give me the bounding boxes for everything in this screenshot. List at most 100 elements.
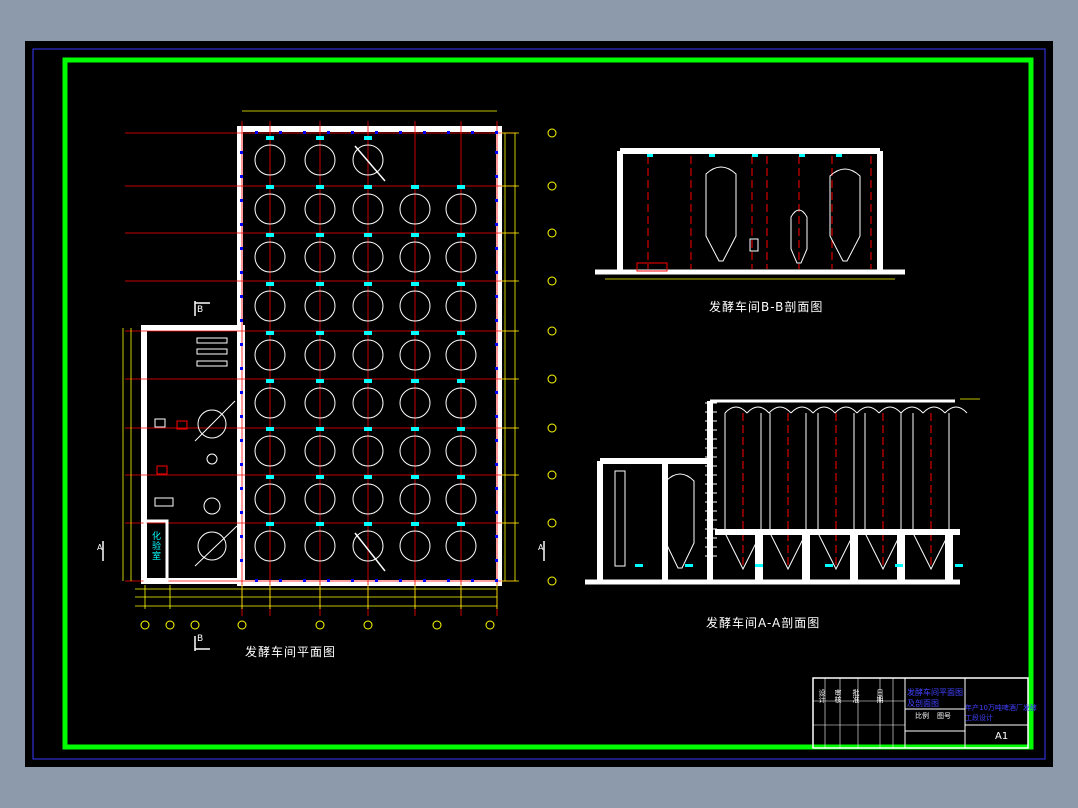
column-marker xyxy=(423,131,426,134)
section-bb-title: 发酵车间B-B剖面图 xyxy=(709,300,824,314)
column-marker xyxy=(471,131,474,134)
column-marker xyxy=(351,579,354,582)
tank-tag xyxy=(364,185,372,189)
column-marker xyxy=(240,151,243,154)
column-marker xyxy=(375,579,378,582)
column-marker xyxy=(303,131,306,134)
column-marker xyxy=(495,199,498,202)
aa-tag xyxy=(895,564,903,567)
column-marker xyxy=(495,295,498,298)
column-marker xyxy=(495,415,498,418)
titleblock-design-label: 设计 xyxy=(818,689,826,703)
column-marker xyxy=(240,319,243,322)
tank-tag xyxy=(266,427,274,431)
tank-tag xyxy=(457,282,465,286)
tank-tag xyxy=(316,331,324,335)
column-marker xyxy=(240,511,243,514)
column-marker xyxy=(495,487,498,490)
tank-tag xyxy=(457,331,465,335)
column-marker xyxy=(495,579,498,582)
tank-tag xyxy=(266,331,274,335)
tank-tag xyxy=(316,427,324,431)
column-marker xyxy=(495,247,498,250)
aa-roof-truss xyxy=(768,406,792,414)
column-marker xyxy=(303,579,306,582)
column-marker xyxy=(495,343,498,346)
aa-partition xyxy=(614,470,626,567)
aa-column xyxy=(755,529,763,581)
tank-tag xyxy=(457,233,465,237)
column-marker xyxy=(495,175,498,178)
column-marker xyxy=(240,343,243,346)
axis-bubble xyxy=(547,326,557,336)
bb-tank xyxy=(705,166,737,262)
axis-bubble xyxy=(547,518,557,528)
annex-equipment xyxy=(154,497,174,507)
column-marker xyxy=(495,151,498,154)
column-marker xyxy=(240,295,243,298)
axis-bubble xyxy=(165,620,175,630)
section-aa-title: 发酵车间A-A剖面图 xyxy=(706,616,821,630)
column-marker xyxy=(495,439,498,442)
tank-tag xyxy=(411,475,419,479)
tank-tag xyxy=(457,427,465,431)
bb-equipment xyxy=(749,238,759,252)
titleblock-scale-label: 比例 xyxy=(915,712,929,720)
tank-tag xyxy=(316,475,324,479)
column-marker xyxy=(240,535,243,538)
column-marker xyxy=(240,487,243,490)
section-mark-b-top: B xyxy=(197,305,205,315)
column-marker xyxy=(471,579,474,582)
axis-bubble xyxy=(432,620,442,630)
cad-drawing xyxy=(32,48,1046,760)
tank-tag xyxy=(457,475,465,479)
aa-platform xyxy=(715,529,960,535)
aa-tag xyxy=(955,564,963,567)
green-border xyxy=(62,57,1034,750)
column-marker xyxy=(495,367,498,370)
column-marker xyxy=(399,579,402,582)
aa-tag xyxy=(755,564,763,567)
axis-bubble xyxy=(547,128,557,138)
tank-tag xyxy=(364,522,372,526)
section-mark-a-left: A xyxy=(97,543,104,552)
axis-bubble xyxy=(547,276,557,286)
tank-tag xyxy=(266,282,274,286)
annex-equipment xyxy=(154,418,166,428)
aa-roof-truss xyxy=(812,406,836,414)
aa-roof-truss xyxy=(922,406,946,414)
column-marker xyxy=(327,131,330,134)
column-marker xyxy=(240,247,243,250)
column-marker xyxy=(240,391,243,394)
axis-bubble xyxy=(547,576,557,586)
column-marker xyxy=(240,223,243,226)
section-mark-a-right: A xyxy=(538,543,545,552)
tank-tag xyxy=(411,282,419,286)
aa-roof-truss xyxy=(834,406,858,414)
tank-tag xyxy=(266,522,274,526)
column-marker xyxy=(495,535,498,538)
column-marker xyxy=(240,415,243,418)
tank-tag xyxy=(411,379,419,383)
aa-roof-truss xyxy=(724,406,748,414)
column-marker xyxy=(495,391,498,394)
titleblock-project-name: 年产10万吨啤酒厂发酵工段设计 xyxy=(965,704,1037,722)
annex-equipment xyxy=(156,465,168,475)
column-marker xyxy=(495,319,498,322)
tank-tag xyxy=(364,475,372,479)
column-marker xyxy=(495,463,498,466)
tank-tag xyxy=(266,233,274,237)
titleblock-drawing-name: 发酵车间平面图及剖面图 xyxy=(907,688,963,708)
column-marker xyxy=(240,439,243,442)
aa-roof-truss xyxy=(900,406,924,414)
column-marker xyxy=(447,579,450,582)
tank-tag xyxy=(411,427,419,431)
column-marker xyxy=(240,463,243,466)
titleblock-date-label: 日期 xyxy=(876,689,884,703)
column-marker xyxy=(495,271,498,274)
section-mark-b-bottom: B xyxy=(197,634,205,644)
annex-equipment xyxy=(196,337,228,344)
column-marker xyxy=(255,131,258,134)
tank-tag xyxy=(266,475,274,479)
axis-bubble xyxy=(485,620,495,630)
